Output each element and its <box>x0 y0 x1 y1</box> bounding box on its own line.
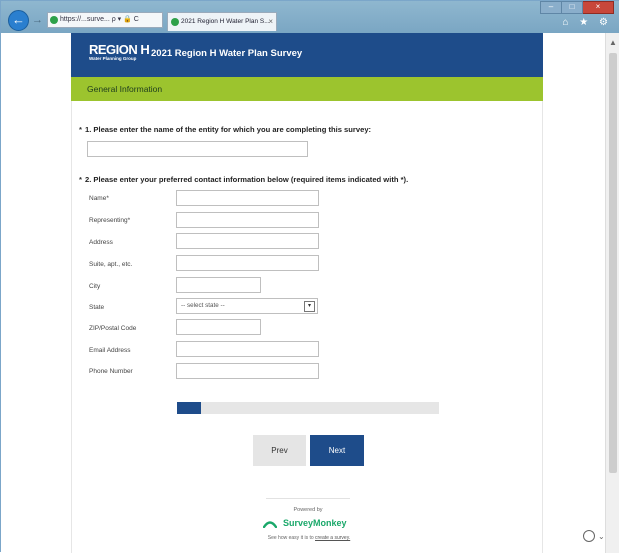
representing-input[interactable] <box>176 212 319 228</box>
browser-tab[interactable]: 2021 Region H Water Plan S... × <box>167 12 277 31</box>
tab-favicon-icon <box>171 18 179 26</box>
name-input[interactable] <box>176 190 319 206</box>
question-2-text: 2. Please enter your preferred contact i… <box>84 175 409 184</box>
footer-divider <box>266 498 350 499</box>
minimize-button[interactable]: – <box>540 1 562 14</box>
back-button[interactable]: ← <box>8 10 29 31</box>
address-input[interactable] <box>176 233 319 249</box>
progress-bar <box>177 402 439 414</box>
name-label: Name* <box>89 195 109 202</box>
address-text: https://...surve... ρ ▾ 🔒 C <box>60 16 139 23</box>
forward-button[interactable]: → <box>32 14 44 26</box>
site-favicon-icon <box>50 16 58 24</box>
state-select-value: -- select state -- <box>181 302 225 309</box>
zip-input[interactable] <box>176 319 261 335</box>
city-input[interactable] <box>176 277 261 293</box>
phone-label: Phone Number <box>89 368 133 375</box>
next-button[interactable]: Next <box>310 435 364 466</box>
section-header: General Information <box>71 77 543 101</box>
region-h-logo: REGION H Water Planning Group <box>89 42 150 62</box>
state-select[interactable]: -- select state -- ▾ <box>176 298 318 314</box>
entity-name-input[interactable] <box>87 141 308 157</box>
prev-button[interactable]: Prev <box>253 435 306 466</box>
maximize-button[interactable]: □ <box>562 1 583 14</box>
question-1-text: 1. Please enter the name of the entity f… <box>84 125 372 134</box>
close-window-button[interactable]: × <box>583 1 614 14</box>
suite-label: Suite, apt., etc. <box>89 261 133 268</box>
see-how-text: See how easy it is to create a survey. <box>241 535 377 541</box>
scroll-up-icon[interactable]: ▲ <box>609 38 617 47</box>
see-how-prefix: See how easy it is to <box>267 535 316 541</box>
chevron-down-icon[interactable]: ▾ <box>304 301 315 312</box>
suite-input[interactable] <box>176 255 319 271</box>
tab-title: 2021 Region H Water Plan S... <box>181 18 270 25</box>
logo-main-text: REGION H <box>89 42 150 57</box>
section-title: General Information <box>87 84 163 94</box>
powered-by-text: Powered by <box>293 507 323 513</box>
representing-label: Representing* <box>89 217 131 224</box>
phone-input[interactable] <box>176 363 319 379</box>
surveymonkey-brand: SurveyMonkey <box>283 518 347 528</box>
email-input[interactable] <box>176 341 319 357</box>
vertical-scrollbar[interactable]: ▲ <box>605 33 619 553</box>
chevron-down-icon[interactable]: ⌄ <box>598 532 605 541</box>
address-bar[interactable]: https://...surve... ρ ▾ 🔒 C <box>47 12 163 28</box>
loading-circle-icon <box>583 530 595 542</box>
browser-window: ← → https://...surve... ρ ▾ 🔒 C 2021 Reg… <box>0 0 619 553</box>
required-star: * <box>79 125 82 134</box>
scrollbar-thumb[interactable] <box>609 53 617 473</box>
create-survey-link[interactable]: create a survey. <box>315 535 350 541</box>
tab-close-icon[interactable]: × <box>268 13 273 30</box>
state-label: State <box>89 304 105 311</box>
window-controls: – □ × <box>540 1 614 14</box>
progress-fill <box>177 402 201 414</box>
surveymonkey-icon <box>263 521 277 528</box>
browser-toolbar: ← → https://...surve... ρ ▾ 🔒 C 2021 Reg… <box>1 1 619 33</box>
city-label: City <box>89 283 101 290</box>
address-label: Address <box>89 239 113 246</box>
question-2: * 2. Please enter your preferred contact … <box>79 175 408 184</box>
email-label: Email Address <box>89 347 131 354</box>
surveymonkey-logo[interactable]: SurveyMonkey <box>263 517 353 531</box>
question-1: * 1. Please enter the name of the entity … <box>79 125 371 134</box>
required-star: * <box>79 175 82 184</box>
toolbar-icons[interactable]: ⌂ ★ ⚙ <box>562 17 612 28</box>
survey-panel <box>71 33 543 553</box>
zip-label: ZIP/Postal Code <box>89 325 137 332</box>
survey-header: REGION H Water Planning Group 2021 Regio… <box>71 33 543 77</box>
survey-title: 2021 Region H Water Plan Survey <box>151 48 303 59</box>
